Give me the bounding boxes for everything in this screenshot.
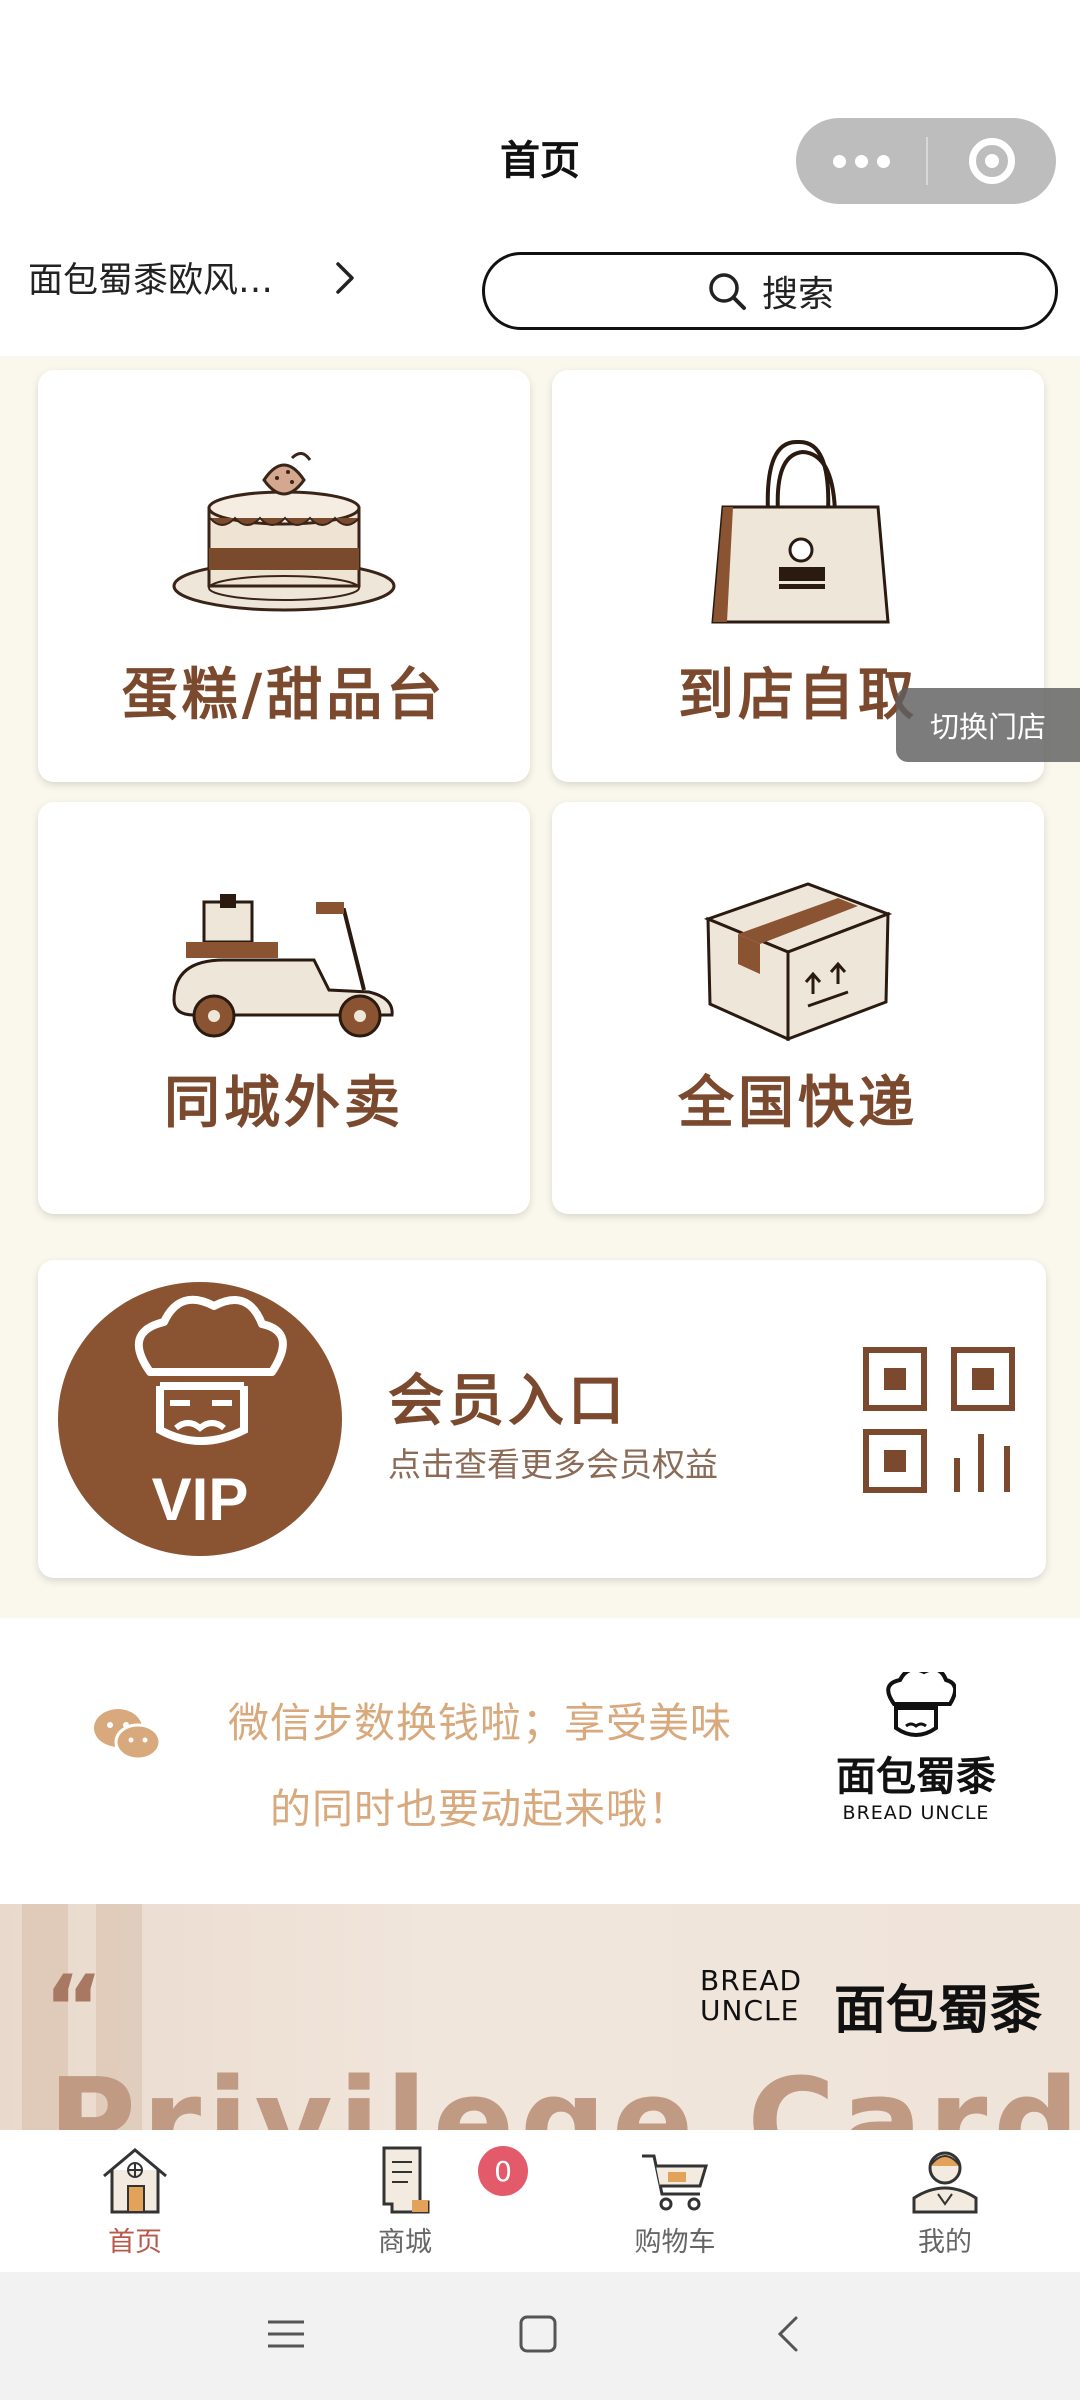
chef-hat-icon <box>886 1667 958 1737</box>
cake-icon <box>172 452 396 612</box>
switch-store-button[interactable]: 切换门店 <box>896 688 1080 762</box>
menu-icon[interactable] <box>264 2312 308 2356</box>
more-menu-button[interactable] <box>796 118 926 204</box>
tab-cart-label: 购物车 <box>634 2227 716 2258</box>
qr-code-icon <box>863 1347 1015 1493</box>
tab-mine[interactable]: 我的 <box>810 2130 1080 2272</box>
tab-home[interactable]: 首页 <box>0 2130 270 2272</box>
store-selector[interactable]: 面包蜀黍欧风… <box>28 252 363 303</box>
member-entry-title: 会员入口 <box>388 1369 628 1434</box>
system-navigation-bar <box>0 2272 1080 2400</box>
tile-cake-label: 蛋糕/甜品台 <box>121 663 447 728</box>
back-icon[interactable] <box>768 2312 812 2356</box>
banner-logo-en-line1: BREAD <box>700 1964 803 1997</box>
member-entry-card[interactable]: VIP 会员入口 点击查看更多会员权益 <box>38 1260 1046 1578</box>
mini-program-capsule <box>796 118 1056 204</box>
privilege-card-banner[interactable]: “ Privilege Card BREAD UNCLE 面包蜀黍 <box>0 1904 1080 2130</box>
search-bar[interactable]: 搜索 <box>482 252 1058 330</box>
service-section: 蛋糕/甜品台 到店自取 同城外卖 全国快递 VIP 会员入口 点击查看更多会员权… <box>0 356 1080 1618</box>
tab-mine-label: 我的 <box>918 2227 972 2258</box>
shopping-bag-icon <box>711 439 890 624</box>
cart-icon <box>642 2154 709 2211</box>
tile-delivery[interactable]: 同城外卖 <box>38 802 530 1214</box>
search-label: 搜索 <box>761 274 834 315</box>
brand-name-en: BREAD UNCLE <box>842 1802 990 1824</box>
tab-home-label: 首页 <box>108 2227 162 2258</box>
parcel-box-icon <box>703 882 893 1042</box>
wechat-steps-banner[interactable]: 微信步数换钱啦；享受美味 的同时也要动起来哦！ <box>170 1680 790 1852</box>
search-icon <box>709 273 746 310</box>
banner-headline: Privilege Card <box>48 2054 1080 2130</box>
banner-logo-en-line2: UNCLE <box>700 1994 800 2027</box>
banner-logo-cn: 面包蜀黍 <box>834 1981 1043 2041</box>
wechat-steps-line2: 的同时也要动起来哦！ <box>270 1785 690 1833</box>
store-name: 面包蜀黍欧风… <box>28 261 274 301</box>
scooter-icon <box>172 894 394 1038</box>
document-icon <box>382 2146 430 2214</box>
tile-express[interactable]: 全国快递 <box>552 802 1044 1214</box>
home-square-icon[interactable] <box>516 2312 560 2356</box>
home-icon <box>103 2148 167 2214</box>
vip-badge: VIP <box>58 1282 342 1556</box>
tile-express-label: 全国快递 <box>678 1071 918 1136</box>
chevron-right-icon <box>336 261 354 294</box>
brand-name-cn: 面包蜀黍 <box>836 1754 996 1800</box>
bottom-tab-bar: 首页 商城 购物车 我的 <box>0 2130 1080 2272</box>
banner-logo-en: BREAD UNCLE <box>700 1966 802 2026</box>
tab-cart[interactable]: 购物车 <box>540 2130 810 2272</box>
wechat-icon <box>94 1709 162 1761</box>
tab-mall-label: 商城 <box>378 2227 432 2258</box>
tile-delivery-label: 同城外卖 <box>164 1071 404 1136</box>
vip-text: VIP <box>152 1466 249 1533</box>
user-icon <box>912 2151 978 2214</box>
wechat-steps-line1: 微信步数换钱啦；享受美味 <box>228 1699 732 1747</box>
brand-logo: 面包蜀黍 BREAD UNCLE <box>836 1667 996 1824</box>
quote-mark: “ <box>44 1956 104 2061</box>
target-icon <box>969 138 1015 184</box>
close-miniprogram-button[interactable] <box>928 118 1056 204</box>
member-entry-subtitle: 点击查看更多会员权益 <box>388 1445 718 1484</box>
cart-count-badge: 0 <box>478 2146 528 2196</box>
tile-cake[interactable]: 蛋糕/甜品台 <box>38 370 530 782</box>
chef-icon: VIP <box>134 1295 287 1533</box>
